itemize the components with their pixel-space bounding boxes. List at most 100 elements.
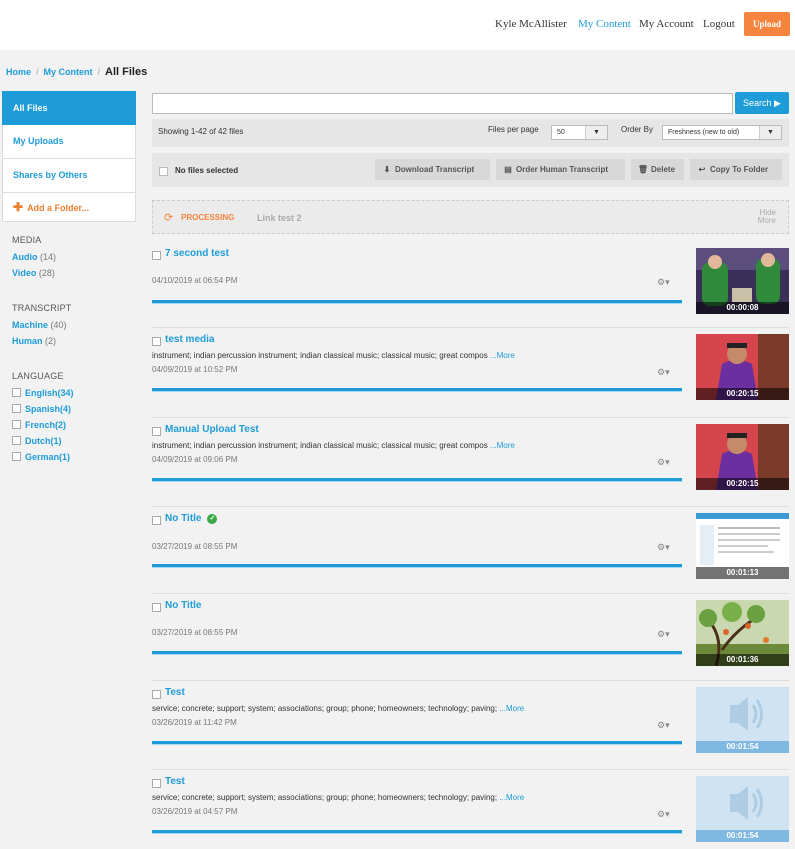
file-row: Test service; concrete; support; system; … (152, 776, 789, 846)
gear-icon[interactable]: ⚙▾ (657, 809, 670, 820)
file-date: 03/27/2019 at 08:55 PM (152, 542, 238, 551)
facet-machine[interactable]: Machine (40) (12, 320, 72, 332)
language-english[interactable]: English(34) (12, 388, 74, 400)
more-link[interactable]: ...More (499, 793, 524, 802)
file-title[interactable]: Manual Upload Test (165, 424, 259, 435)
nav-logout[interactable]: Logout (703, 18, 735, 30)
nav-my-content[interactable]: My Content (578, 18, 631, 30)
more-link[interactable]: ...More (499, 704, 524, 713)
file-date: 03/27/2019 at 08:55 PM (152, 628, 238, 637)
row-divider (152, 680, 789, 681)
search-input[interactable] (152, 93, 733, 114)
copy-to-folder-button[interactable]: ↩ Copy To Folder (690, 159, 782, 180)
language-spanish[interactable]: Spanish(4) (12, 404, 74, 416)
order-by-select[interactable]: Freshness (new to old) ▼ (662, 125, 782, 140)
per-page-label: Files per page (488, 125, 539, 134)
search-button[interactable]: Search ▶ (735, 92, 789, 114)
duration-badge: 00:20:15 (696, 388, 789, 400)
file-title[interactable]: 7 second test (165, 248, 229, 259)
file-thumbnail[interactable]: 00:20:15 (696, 424, 789, 490)
file-keywords: service; concrete; support; system; asso… (152, 793, 525, 802)
facet-heading: LANGUAGE (12, 371, 64, 381)
breadcrumb-my-content[interactable]: My Content (44, 67, 93, 77)
file-row: No Title ✓ 03/27/2019 at 08:55 PM ⚙▾ 00:01:1… (152, 513, 789, 583)
sidebar-item-my-uploads[interactable]: My Uploads (2, 125, 136, 159)
gear-icon[interactable]: ⚙▾ (657, 629, 670, 640)
user-name: Kyle McAllister (495, 18, 567, 30)
nav-my-account[interactable]: My Account (639, 18, 694, 30)
order-human-transcript-button[interactable]: ▤ Order Human Transcript (496, 159, 625, 180)
checkbox[interactable] (12, 420, 21, 429)
file-thumbnail[interactable]: 00:00:08 (696, 248, 789, 314)
row-divider (152, 417, 789, 418)
breadcrumb-home[interactable]: Home (6, 67, 31, 77)
language-french[interactable]: French(2) (12, 420, 74, 432)
chevron-down-icon: ▼ (585, 126, 607, 139)
more-link[interactable]: ...More (490, 441, 515, 450)
file-keywords: service; concrete; support; system; asso… (152, 704, 525, 713)
facet-language: LANGUAGE English(34) Spanish(4) French(2… (12, 371, 74, 464)
file-row: 7 second test 04/10/2019 at 06:54 PM ⚙▾ 00:… (152, 248, 789, 318)
duration-badge: 00:01:54 (696, 830, 789, 842)
file-date: 04/09/2019 at 10:52 PM (152, 365, 238, 374)
add-folder-button[interactable]: ✚ Add a Folder... (2, 193, 136, 222)
page: Kyle McAllister My Content My Account Lo… (0, 0, 795, 849)
facet-human[interactable]: Human (2) (12, 336, 72, 348)
language-german[interactable]: German(1) (12, 452, 74, 464)
file-title[interactable]: Test (165, 687, 185, 698)
file-title[interactable]: No Title (165, 600, 201, 611)
file-checkbox[interactable] (152, 603, 161, 612)
progress-bar (152, 478, 682, 481)
file-row: test media instrument; indian percussion … (152, 334, 789, 404)
file-thumbnail[interactable]: 00:20:15 (696, 334, 789, 400)
progress-bar (152, 830, 682, 833)
select-all-checkbox[interactable] (159, 167, 168, 176)
file-title[interactable]: test media (165, 334, 214, 345)
progress-bar (152, 300, 682, 303)
gear-icon[interactable]: ⚙▾ (657, 542, 670, 553)
file-title[interactable]: Test (165, 776, 185, 787)
file-checkbox[interactable] (152, 251, 161, 260)
file-checkbox[interactable] (152, 427, 161, 436)
file-keywords: instrument; indian percussion instrument… (152, 441, 515, 450)
facet-heading: MEDIA (12, 235, 42, 245)
file-checkbox[interactable] (152, 779, 161, 788)
sidebar-item-all-files[interactable]: All Files (2, 91, 136, 125)
showing-count: Showing 1-42 of 42 files (158, 127, 244, 136)
gear-icon[interactable]: ⚙▾ (657, 367, 670, 378)
checkbox[interactable] (12, 452, 21, 461)
hide-more-toggle[interactable]: Hide More (758, 209, 776, 225)
per-page-select[interactable]: 50 ▼ (551, 125, 608, 140)
delete-button[interactable]: 🗑 Delete (631, 159, 684, 180)
more-link[interactable]: ...More (490, 351, 515, 360)
checkbox[interactable] (12, 404, 21, 413)
facet-heading: TRANSCRIPT (12, 303, 72, 313)
progress-bar (152, 741, 682, 744)
file-thumbnail[interactable]: 00:01:36 (696, 600, 789, 666)
duration-badge: 00:01:36 (696, 654, 789, 666)
gear-icon[interactable]: ⚙▾ (657, 720, 670, 731)
file-title[interactable]: No Title ✓ (165, 513, 218, 524)
facet-audio[interactable]: Audio (14) (12, 252, 56, 264)
file-thumbnail[interactable]: 00:01:13 (696, 513, 789, 579)
gear-icon[interactable]: ⚙▾ (657, 277, 670, 288)
download-transcript-button[interactable]: ⬇ Download Transcript (375, 159, 490, 180)
sidebar-item-shares-by-others[interactable]: Shares by Others (2, 159, 136, 193)
file-checkbox[interactable] (152, 516, 161, 525)
file-checkbox[interactable] (152, 690, 161, 699)
file-thumbnail[interactable]: 00:01:54 (696, 776, 789, 842)
breadcrumb-current: All Files (105, 66, 148, 78)
upload-button[interactable]: Upload (744, 12, 790, 36)
language-dutch[interactable]: Dutch(1) (12, 436, 74, 448)
processing-status: PROCESSING (181, 213, 235, 222)
checkbox[interactable] (12, 388, 21, 397)
file-checkbox[interactable] (152, 337, 161, 346)
processing-file-name[interactable]: Link test 2 (257, 213, 302, 223)
gear-icon[interactable]: ⚙▾ (657, 457, 670, 468)
checkbox[interactable] (12, 436, 21, 445)
duration-badge: 00:01:54 (696, 741, 789, 753)
facet-media: MEDIA Audio (14) Video (28) (12, 235, 56, 280)
duration-badge: 00:20:15 (696, 478, 789, 490)
file-thumbnail[interactable]: 00:01:54 (696, 687, 789, 753)
facet-video[interactable]: Video (28) (12, 268, 56, 280)
